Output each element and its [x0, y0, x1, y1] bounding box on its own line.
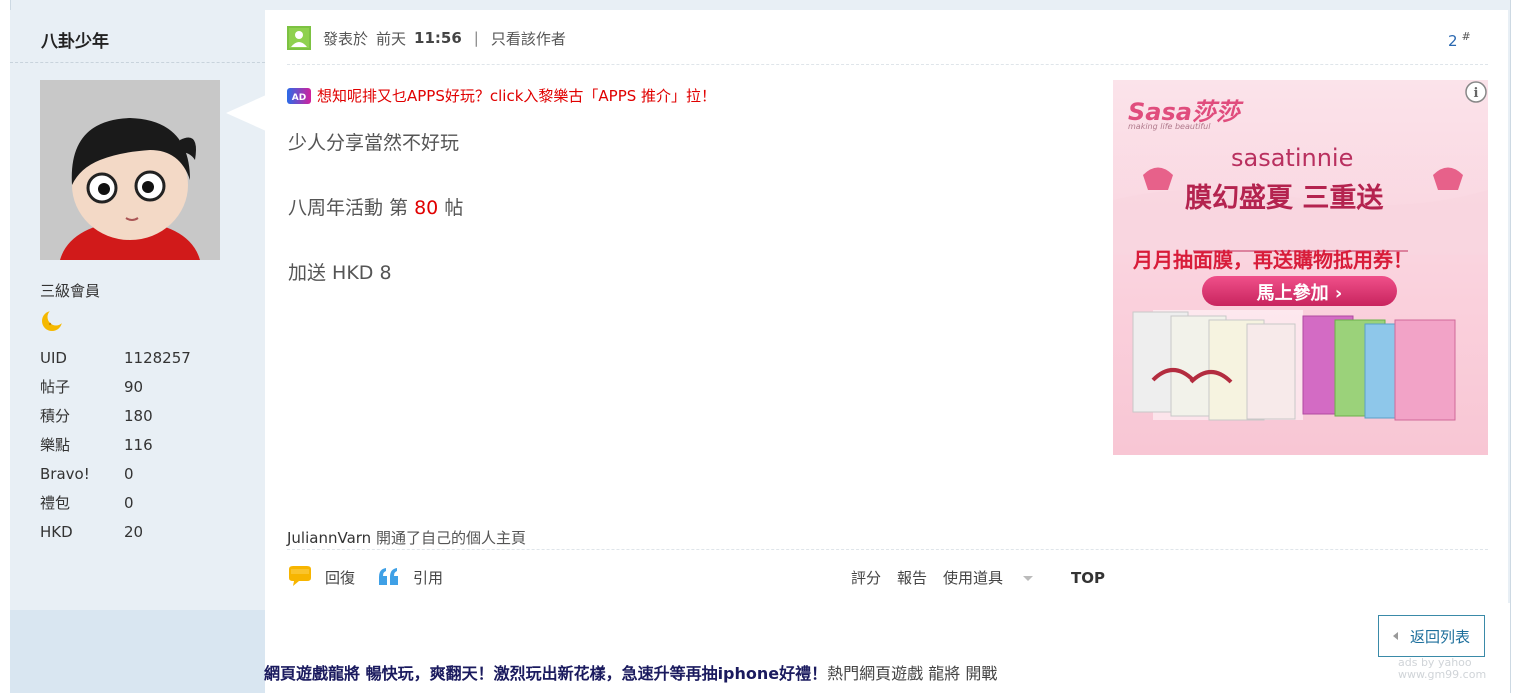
- top-link[interactable]: TOP: [1071, 569, 1105, 587]
- stat-row-points: 積分 180: [40, 406, 153, 426]
- footer-divider: [287, 549, 1488, 550]
- chevron-down-icon: [1023, 576, 1034, 581]
- header-separator: |: [473, 29, 479, 47]
- svg-text:AD: AD: [292, 93, 306, 103]
- banner-headline: 膜幻盛夏 三重送: [1185, 183, 1384, 214]
- bottom-ad-headline[interactable]: 網頁遊戲龍將 暢快玩，爽翻天！激烈玩出新花樣，急速升等再抽iphone好禮！: [264, 664, 827, 683]
- quote-marks-icon: [379, 568, 399, 585]
- post-line: 八周年活動 第 80 帖: [288, 197, 464, 219]
- posted-time: 11:56: [414, 29, 462, 47]
- quote-button[interactable]: 引用: [377, 567, 443, 588]
- stat-row-bravo: Bravo! 0: [40, 464, 134, 483]
- avatar-cartoon-icon: [40, 80, 220, 260]
- author-name[interactable]: 八卦少年: [41, 27, 109, 52]
- report-link[interactable]: 報告: [897, 567, 927, 588]
- banner-offer: 月月抽面膜，再送購物抵用券！: [1133, 248, 1413, 272]
- ads-by-label: ads by yahoo www.gm99.com: [1398, 656, 1487, 681]
- stat-row-uid: UID 1128257: [40, 348, 191, 367]
- arrow-left-icon: [1392, 632, 1398, 640]
- activity-user-link[interactable]: JuliannVarn: [287, 529, 371, 547]
- author-divider: [10, 62, 265, 63]
- post-line: 少人分享當然不好玩: [288, 132, 460, 154]
- avatar[interactable]: [40, 80, 220, 260]
- stat-row-hkd: HKD 20: [40, 522, 144, 541]
- banner-sub-brand: sasatinnie: [1231, 144, 1354, 172]
- stat-row-gift: 禮包 0: [40, 493, 134, 513]
- tools-menu[interactable]: 使用道具: [943, 567, 1049, 588]
- post-actions-right: 評分 報告 使用道具 TOP: [851, 567, 1121, 588]
- bottom-ad-text[interactable]: 網頁遊戲龍將 暢快玩，爽翻天！激烈玩出新花樣，急速升等再抽iphone好禮！熱門…: [264, 660, 997, 684]
- info-icon[interactable]: [1465, 81, 1487, 103]
- posted-day: 前天: [376, 29, 407, 48]
- reply-bubble-icon: [289, 566, 311, 586]
- posted-label: 發表於: [323, 29, 369, 48]
- ad-link-text[interactable]: 想知呢排又乜APPS好玩？click入黎樂古「APPS 推介」拉！: [317, 85, 716, 106]
- banner-cta-button[interactable]: 馬上參加 ›: [1202, 279, 1397, 305]
- author-stats: UID 1128257 帖子 90 積分 180 樂點 116 Bravo! 0 禮包 0 …: [40, 343, 191, 546]
- activity-line: JuliannVarn 開通了自己的個人主頁: [287, 527, 526, 548]
- author-only-link[interactable]: 只看該作者: [491, 28, 566, 49]
- activity-text: 開通了自己的個人主頁: [375, 529, 526, 547]
- post-header: 發表於 前天 11:56 | 只看該作者: [287, 26, 566, 50]
- crescent-moon-icon: [40, 308, 65, 333]
- member-rank: 三級會員: [40, 282, 101, 300]
- post-line: 加送 HKD 8: [288, 262, 392, 284]
- ad-link-row[interactable]: AD 想知呢排又乜APPS好玩？click入黎樂古「APPS 推介」拉！: [287, 85, 716, 106]
- sidebar-footer-band: [10, 610, 265, 693]
- rate-link[interactable]: 評分: [851, 567, 881, 588]
- avatar-speech-pointer: [226, 95, 266, 131]
- back-to-list-button[interactable]: 返回列表: [1378, 615, 1485, 657]
- floor-number[interactable]: 2 #: [1448, 30, 1471, 50]
- post-body: 少人分享當然不好玩 八周年活動 第 80 帖 加送 HKD 8: [288, 128, 463, 323]
- banner-tagline: making life beautiful: [1128, 122, 1211, 131]
- ad-badge-icon: AD: [287, 87, 311, 104]
- reply-button[interactable]: 回復: [287, 566, 355, 588]
- online-status-icon: [287, 26, 311, 50]
- stat-row-fun-points: 樂點 116: [40, 435, 153, 455]
- advert-banner[interactable]: i Sasa莎莎 making life beautiful sasatinni…: [1113, 80, 1488, 455]
- header-divider: [287, 64, 1488, 65]
- post-actions-left: 回復 引用: [287, 566, 465, 588]
- stat-row-posts: 帖子 90: [40, 377, 144, 397]
- bottom-ad-tail[interactable]: 熱門網頁遊戲 龍將 開戰: [827, 664, 997, 683]
